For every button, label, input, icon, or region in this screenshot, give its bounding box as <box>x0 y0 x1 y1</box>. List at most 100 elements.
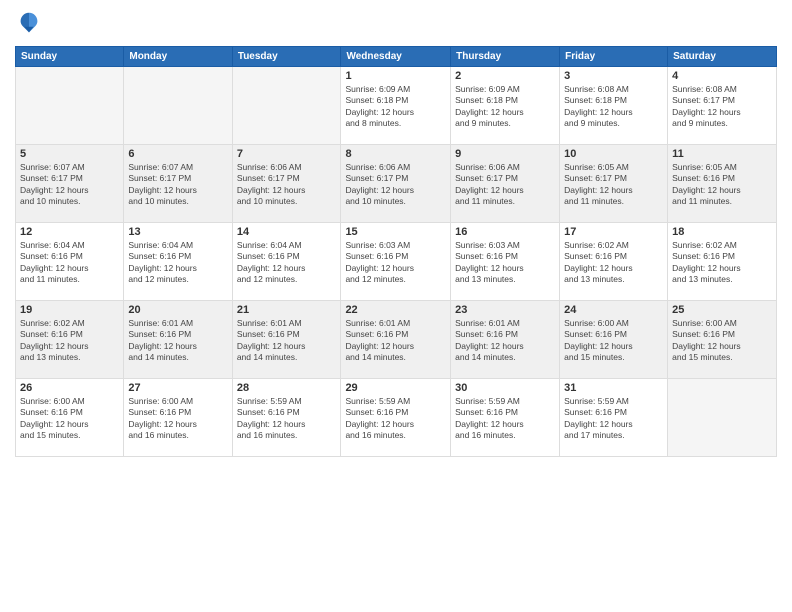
day-info: Sunrise: 6:01 AM Sunset: 6:16 PM Dayligh… <box>345 318 446 364</box>
day-number: 5 <box>20 148 119 160</box>
day-info: Sunrise: 6:00 AM Sunset: 6:16 PM Dayligh… <box>128 396 227 442</box>
calendar-cell: 10 Sunrise: 6:05 AM Sunset: 6:17 PM Dayli… <box>560 145 668 223</box>
day-number: 17 <box>564 226 663 238</box>
calendar-cell: 8 Sunrise: 6:06 AM Sunset: 6:17 PM Daylig… <box>341 145 451 223</box>
calendar-cell: 18 Sunrise: 6:02 AM Sunset: 6:16 PM Dayli… <box>668 223 777 301</box>
day-info: Sunrise: 5:59 AM Sunset: 6:16 PM Dayligh… <box>455 396 555 442</box>
day-info: Sunrise: 6:00 AM Sunset: 6:16 PM Dayligh… <box>672 318 772 364</box>
calendar-cell: 14 Sunrise: 6:04 AM Sunset: 6:16 PM Dayli… <box>232 223 341 301</box>
calendar-cell: 26 Sunrise: 6:00 AM Sunset: 6:16 PM Dayli… <box>16 379 124 457</box>
calendar-cell: 9Sunrise: 6:06 AM Sunset: 6:17 PM Daylig… <box>451 145 560 223</box>
day-info: Sunrise: 6:09 AM Sunset: 6:18 PM Dayligh… <box>345 84 446 130</box>
calendar-cell: 27Sunrise: 6:00 AM Sunset: 6:16 PM Dayli… <box>124 379 232 457</box>
calendar-cell: 5 Sunrise: 6:07 AM Sunset: 6:17 PM Daylig… <box>16 145 124 223</box>
day-number: 29 <box>345 382 446 394</box>
calendar-cell: 21 Sunrise: 6:01 AM Sunset: 6:16 PM Dayli… <box>232 301 341 379</box>
logo <box>15 10 48 38</box>
calendar-cell: 31Sunrise: 5:59 AM Sunset: 6:16 PM Dayli… <box>560 379 668 457</box>
calendar-cell: 30 Sunrise: 5:59 AM Sunset: 6:16 PM Dayli… <box>451 379 560 457</box>
day-info: Sunrise: 6:07 AM Sunset: 6:17 PM Dayligh… <box>20 162 119 208</box>
calendar-cell: 29Sunrise: 5:59 AM Sunset: 6:16 PM Dayli… <box>341 379 451 457</box>
week-row-3: 12 Sunrise: 6:04 AM Sunset: 6:16 PM Dayli… <box>16 223 777 301</box>
day-info: Sunrise: 6:01 AM Sunset: 6:16 PM Dayligh… <box>237 318 337 364</box>
day-number: 1 <box>345 70 446 82</box>
day-header-wednesday: Wednesday <box>341 47 451 67</box>
day-number: 18 <box>672 226 772 238</box>
day-info: Sunrise: 6:04 AM Sunset: 6:16 PM Dayligh… <box>128 240 227 286</box>
day-number: 22 <box>345 304 446 316</box>
day-number: 14 <box>237 226 337 238</box>
week-row-4: 19 Sunrise: 6:02 AM Sunset: 6:16 PM Dayli… <box>16 301 777 379</box>
day-info: Sunrise: 6:04 AM Sunset: 6:16 PM Dayligh… <box>20 240 119 286</box>
day-info: Sunrise: 6:02 AM Sunset: 6:16 PM Dayligh… <box>20 318 119 364</box>
day-number: 25 <box>672 304 772 316</box>
calendar-cell: 22 Sunrise: 6:01 AM Sunset: 6:16 PM Dayli… <box>341 301 451 379</box>
week-row-5: 26 Sunrise: 6:00 AM Sunset: 6:16 PM Dayli… <box>16 379 777 457</box>
day-header-saturday: Saturday <box>668 47 777 67</box>
calendar-cell <box>232 67 341 145</box>
day-number: 16 <box>455 226 555 238</box>
day-header-tuesday: Tuesday <box>232 47 341 67</box>
day-number: 19 <box>20 304 119 316</box>
day-number: 12 <box>20 226 119 238</box>
day-number: 28 <box>237 382 337 394</box>
week-row-2: 5 Sunrise: 6:07 AM Sunset: 6:17 PM Daylig… <box>16 145 777 223</box>
calendar-cell: 11 Sunrise: 6:05 AM Sunset: 6:16 PM Dayli… <box>668 145 777 223</box>
day-number: 13 <box>128 226 227 238</box>
day-number: 3 <box>564 70 663 82</box>
day-info: Sunrise: 6:04 AM Sunset: 6:16 PM Dayligh… <box>237 240 337 286</box>
day-number: 10 <box>564 148 663 160</box>
day-info: Sunrise: 5:59 AM Sunset: 6:16 PM Dayligh… <box>237 396 337 442</box>
day-info: Sunrise: 6:02 AM Sunset: 6:16 PM Dayligh… <box>564 240 663 286</box>
day-info: Sunrise: 6:02 AM Sunset: 6:16 PM Dayligh… <box>672 240 772 286</box>
calendar-cell <box>16 67 124 145</box>
day-header-sunday: Sunday <box>16 47 124 67</box>
day-number: 30 <box>455 382 555 394</box>
day-number: 31 <box>564 382 663 394</box>
day-number: 20 <box>128 304 227 316</box>
day-header-thursday: Thursday <box>451 47 560 67</box>
calendar-table: SundayMondayTuesdayWednesdayThursdayFrid… <box>15 46 777 457</box>
calendar-cell: 4 Sunrise: 6:08 AM Sunset: 6:17 PM Daylig… <box>668 67 777 145</box>
calendar-cell: 20 Sunrise: 6:01 AM Sunset: 6:16 PM Dayli… <box>124 301 232 379</box>
day-number: 23 <box>455 304 555 316</box>
calendar-cell <box>668 379 777 457</box>
day-info: Sunrise: 6:06 AM Sunset: 6:17 PM Dayligh… <box>345 162 446 208</box>
day-info: Sunrise: 6:01 AM Sunset: 6:16 PM Dayligh… <box>128 318 227 364</box>
day-info: Sunrise: 6:00 AM Sunset: 6:16 PM Dayligh… <box>564 318 663 364</box>
calendar-cell <box>124 67 232 145</box>
calendar-cell: 7 Sunrise: 6:06 AM Sunset: 6:17 PM Daylig… <box>232 145 341 223</box>
week-row-1: 1 Sunrise: 6:09 AM Sunset: 6:18 PM Daylig… <box>16 67 777 145</box>
day-info: Sunrise: 6:05 AM Sunset: 6:17 PM Dayligh… <box>564 162 663 208</box>
day-info: Sunrise: 6:05 AM Sunset: 6:16 PM Dayligh… <box>672 162 772 208</box>
calendar-cell: 25 Sunrise: 6:00 AM Sunset: 6:16 PM Dayli… <box>668 301 777 379</box>
day-number: 8 <box>345 148 446 160</box>
day-number: 6 <box>128 148 227 160</box>
day-header-monday: Monday <box>124 47 232 67</box>
day-info: Sunrise: 6:03 AM Sunset: 6:16 PM Dayligh… <box>345 240 446 286</box>
calendar-cell: 3Sunrise: 6:08 AM Sunset: 6:18 PM Daylig… <box>560 67 668 145</box>
calendar-cell: 12 Sunrise: 6:04 AM Sunset: 6:16 PM Dayli… <box>16 223 124 301</box>
day-info: Sunrise: 6:06 AM Sunset: 6:17 PM Dayligh… <box>455 162 555 208</box>
day-info: Sunrise: 6:00 AM Sunset: 6:16 PM Dayligh… <box>20 396 119 442</box>
day-info: Sunrise: 6:08 AM Sunset: 6:17 PM Dayligh… <box>672 84 772 130</box>
day-number: 4 <box>672 70 772 82</box>
day-header-friday: Friday <box>560 47 668 67</box>
day-number: 21 <box>237 304 337 316</box>
calendar-cell: 17 Sunrise: 6:02 AM Sunset: 6:16 PM Dayli… <box>560 223 668 301</box>
header-row: SundayMondayTuesdayWednesdayThursdayFrid… <box>16 47 777 67</box>
calendar-cell: 24Sunrise: 6:00 AM Sunset: 6:16 PM Dayli… <box>560 301 668 379</box>
day-number: 26 <box>20 382 119 394</box>
day-number: 15 <box>345 226 446 238</box>
logo-icon <box>15 10 43 38</box>
calendar-cell: 23Sunrise: 6:01 AM Sunset: 6:16 PM Dayli… <box>451 301 560 379</box>
day-number: 2 <box>455 70 555 82</box>
calendar-cell: 2 Sunrise: 6:09 AM Sunset: 6:18 PM Daylig… <box>451 67 560 145</box>
page: SundayMondayTuesdayWednesdayThursdayFrid… <box>0 0 792 612</box>
calendar-cell: 28 Sunrise: 5:59 AM Sunset: 6:16 PM Dayli… <box>232 379 341 457</box>
day-info: Sunrise: 6:09 AM Sunset: 6:18 PM Dayligh… <box>455 84 555 130</box>
day-info: Sunrise: 6:06 AM Sunset: 6:17 PM Dayligh… <box>237 162 337 208</box>
day-number: 11 <box>672 148 772 160</box>
calendar-cell: 6Sunrise: 6:07 AM Sunset: 6:17 PM Daylig… <box>124 145 232 223</box>
day-number: 7 <box>237 148 337 160</box>
